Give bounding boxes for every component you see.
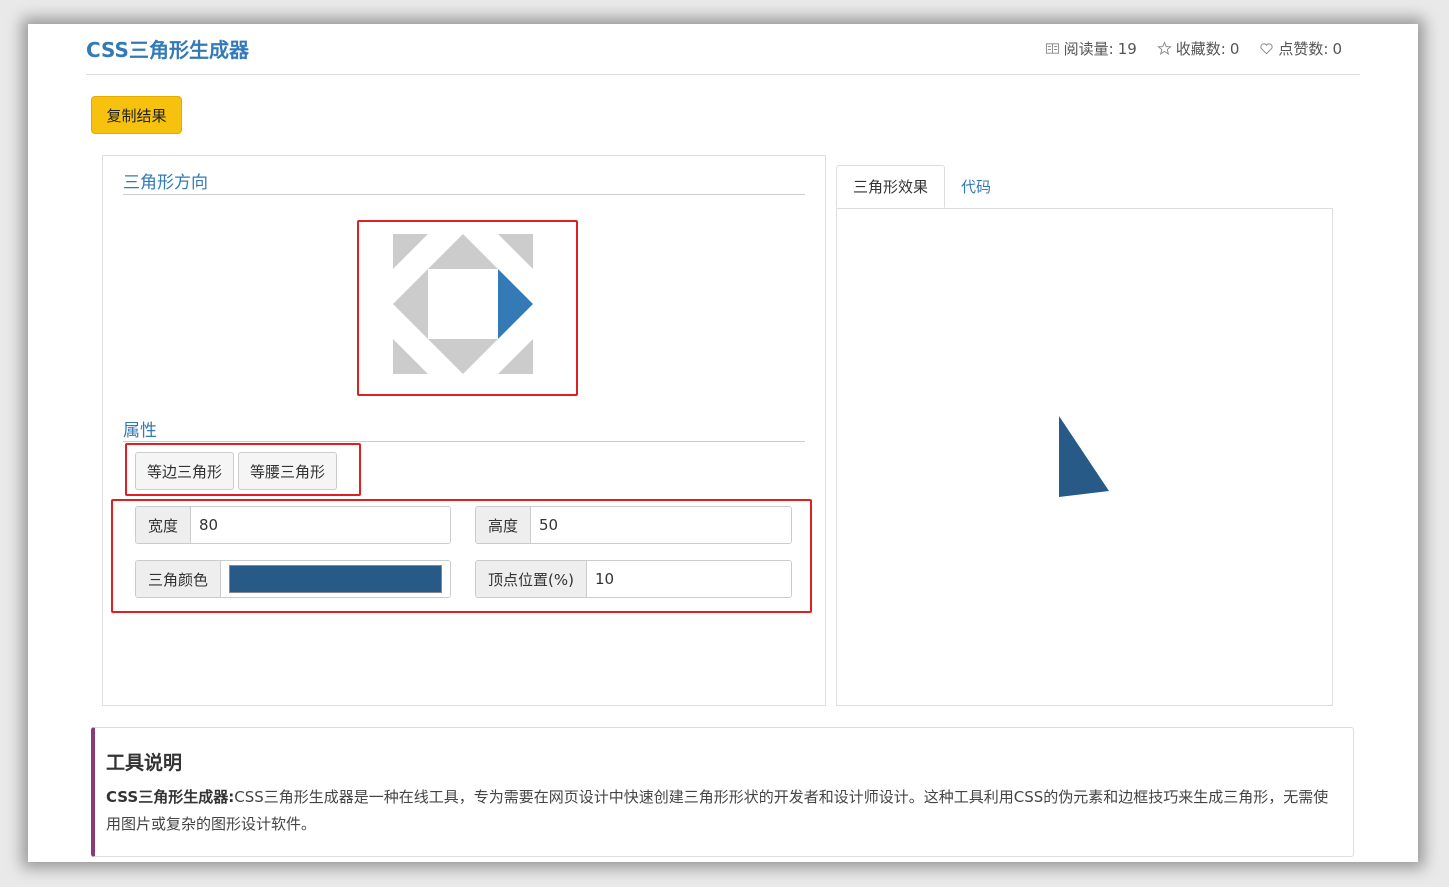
height-label: 高度	[476, 507, 532, 543]
direction-top[interactable]	[428, 234, 498, 269]
description-lead: CSS三角形生成器:	[106, 788, 235, 806]
equilateral-button[interactable]: 等边三角形	[135, 452, 235, 490]
read-count-label: 阅读量:	[1063, 40, 1114, 58]
direction-top-left[interactable]	[393, 234, 428, 269]
tool-description: 工具说明 CSS三角形生成器:CSS三角形生成器是一种在线工具，专为需要在网页设…	[91, 727, 1354, 857]
color-label: 三角颜色	[136, 561, 222, 597]
direction-bottom-right[interactable]	[498, 339, 533, 374]
read-count: 阅读量: 19	[1045, 38, 1137, 59]
preview-tabs: 三角形效果 代码	[836, 165, 1007, 208]
page-frame: CSS三角形生成器 阅读量: 19 收藏数: 0 点赞数: 0 复制结果 三角形…	[28, 24, 1418, 862]
height-field: 高度 50	[475, 506, 792, 544]
triangle-type-group: 等边三角形 等腰三角形	[135, 452, 338, 490]
page-title: CSS三角形生成器	[86, 38, 249, 62]
direction-divider	[123, 194, 805, 195]
width-input[interactable]: 80	[191, 507, 450, 543]
read-count-value: 19	[1117, 39, 1137, 58]
direction-picker	[393, 234, 533, 374]
header-divider	[86, 74, 1360, 75]
description-body: CSS三角形生成器是一种在线工具，专为需要在网页设计中快速创建三角形形状的开发者…	[106, 788, 1329, 833]
tab-code[interactable]: 代码	[945, 165, 1007, 208]
color-field: 三角颜色	[135, 560, 451, 598]
direction-bottom[interactable]	[428, 339, 498, 374]
like-count[interactable]: 点赞数: 0	[1259, 38, 1342, 59]
tab-triangle-effect[interactable]: 三角形效果	[836, 165, 946, 208]
color-input[interactable]	[221, 561, 450, 597]
description-text: CSS三角形生成器:CSS三角形生成器是一种在线工具，专为需要在网页设计中快速创…	[106, 784, 1343, 838]
triangle-preview	[836, 208, 1333, 706]
like-count-label: 点赞数:	[1278, 40, 1329, 58]
direction-top-right[interactable]	[498, 234, 533, 269]
description-title: 工具说明	[106, 752, 183, 774]
book-icon	[1045, 43, 1059, 54]
preview-triangle	[1059, 416, 1109, 497]
favorite-count[interactable]: 收藏数: 0	[1156, 38, 1240, 59]
star-icon	[1156, 41, 1172, 55]
apex-input[interactable]: 10	[586, 561, 791, 597]
color-swatch[interactable]	[229, 565, 442, 593]
direction-right[interactable]	[498, 269, 533, 339]
favorite-count-label: 收藏数:	[1175, 40, 1226, 58]
favorite-count-value: 0	[1229, 39, 1240, 58]
direction-section-title: 三角形方向	[123, 173, 208, 193]
like-count-value: 0	[1332, 39, 1342, 58]
properties-divider	[123, 441, 805, 442]
width-field: 宽度 80	[135, 506, 451, 544]
isosceles-button[interactable]: 等腰三角形	[238, 452, 338, 490]
copy-result-button[interactable]: 复制结果	[91, 96, 182, 134]
properties-section-title: 属性	[123, 421, 157, 441]
apex-label: 顶点位置(%)	[476, 561, 587, 597]
stats-bar: 阅读量: 19 收藏数: 0 点赞数: 0	[1045, 38, 1342, 59]
direction-left[interactable]	[393, 269, 428, 339]
heart-icon	[1260, 43, 1273, 55]
width-label: 宽度	[136, 507, 192, 543]
preview-panel: 三角形效果 代码	[836, 165, 1333, 706]
settings-panel: 三角形方向 属性 等边三角形 等腰三角形 宽度 80 高度 50 三角颜色 顶点…	[102, 155, 826, 706]
height-input[interactable]: 50	[531, 507, 791, 543]
apex-field: 顶点位置(%) 10	[475, 560, 792, 598]
direction-bottom-left[interactable]	[393, 339, 428, 374]
